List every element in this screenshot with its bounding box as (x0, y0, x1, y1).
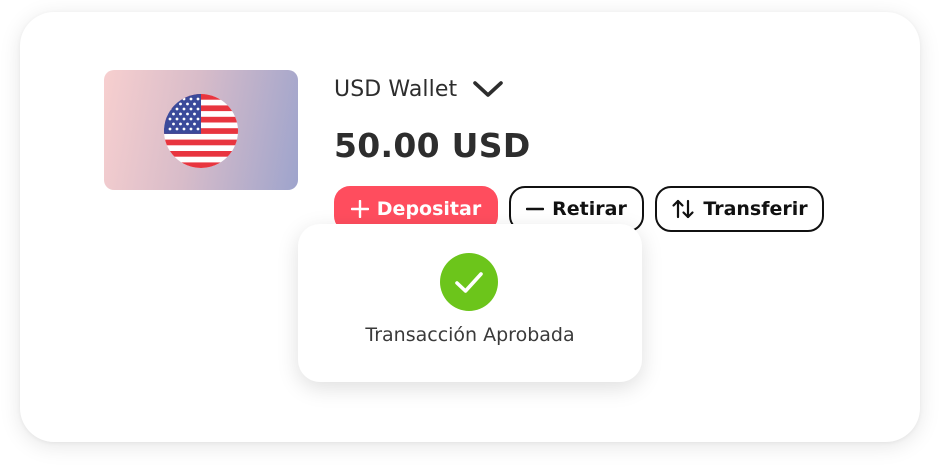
minus-icon (526, 207, 545, 211)
withdraw-button-label: Retirar (552, 198, 627, 220)
wallet-name: USD Wallet (334, 76, 458, 102)
check-icon (455, 272, 483, 293)
transfer-button-label: Transferir (703, 198, 808, 220)
currency-flag-tile (104, 70, 298, 190)
chevron-down-icon (473, 81, 504, 97)
wallet-balance: 50.00 USD (334, 126, 531, 165)
wallet-selector[interactable]: USD Wallet (334, 74, 505, 104)
transfer-button[interactable]: Transferir (655, 186, 824, 232)
page: USD Wallet 50.00 USD Depositar Retirar T… (0, 0, 940, 470)
success-badge (440, 253, 498, 311)
swap-arrows-icon (672, 199, 694, 219)
toast-message: Transacción Aprobada (365, 324, 575, 346)
us-flag-icon (164, 94, 238, 168)
transaction-toast: Transacción Aprobada (298, 224, 642, 382)
plus-icon (350, 200, 369, 218)
deposit-button-label: Depositar (376, 198, 482, 220)
